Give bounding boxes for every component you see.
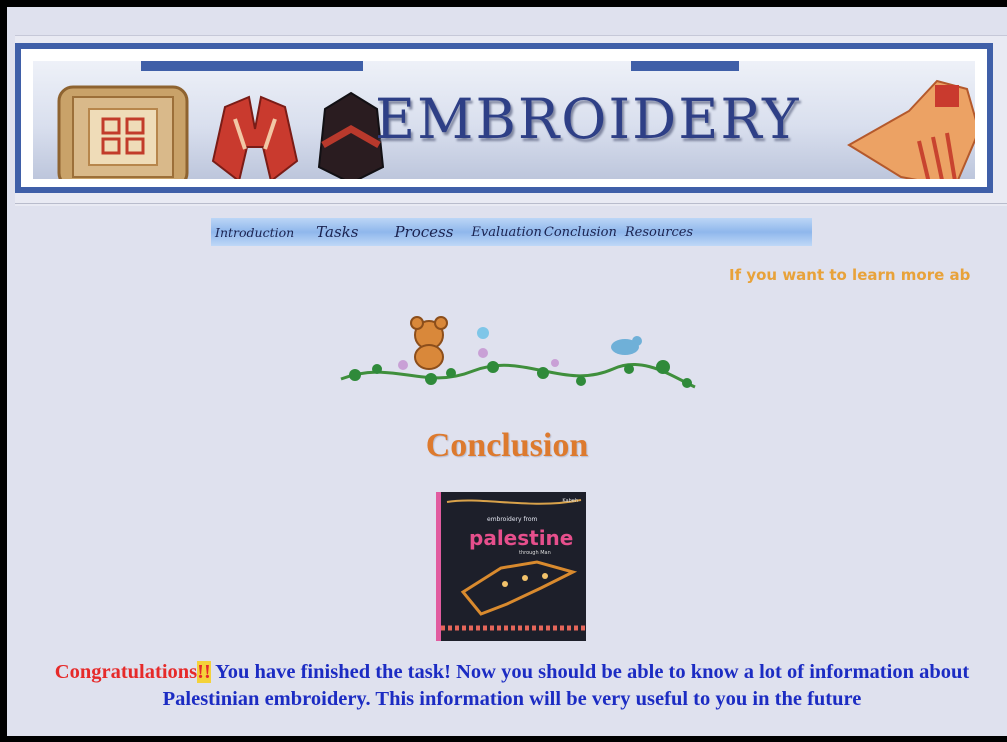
book-title: palestine (469, 526, 574, 550)
conclusion-body-text: You have finished the task! Now you shou… (162, 661, 970, 710)
banner-tab-decoration (141, 61, 363, 71)
header-divider (15, 203, 1007, 204)
floral-vine-decoration (340, 316, 696, 389)
congrats-exclamation: !! (197, 661, 211, 683)
embroidered-dress-image (847, 79, 975, 179)
banner-background: EMBROIDERY (33, 61, 975, 179)
header-banner: EMBROIDERY (15, 43, 993, 193)
site-title: EMBROIDERY (375, 87, 801, 151)
book-small-title: embroidery from (487, 516, 538, 523)
book-cover-image: Kabeh embroidery from palestine through … (436, 492, 586, 641)
nav-conclusion[interactable]: Conclusion (544, 225, 617, 240)
teddy-bear-icon (410, 316, 448, 370)
bird-icon (611, 336, 642, 355)
nav-introduction[interactable]: Introduction (215, 225, 294, 240)
nav-resources[interactable]: Resources (625, 225, 693, 240)
nav-bar: Introduction Tasks Process Evaluation Co… (211, 218, 812, 246)
page-heading: Conclusion (425, 427, 589, 464)
congrats-text: Congratulations (54, 661, 198, 683)
embroidered-vest-image (211, 95, 299, 179)
embroidered-pillow-image (57, 85, 189, 179)
page-frame: EMBROIDERY Introduction Tasks Process Ev… (0, 0, 1007, 742)
nav-process[interactable]: Process (394, 223, 453, 241)
conclusion-message: Congratulations!! You have finished the … (29, 659, 995, 713)
nav-tasks[interactable]: Tasks (316, 223, 358, 241)
book-publisher: Kabeh (562, 498, 578, 504)
flower-icon (477, 327, 489, 339)
scrolling-marquee-text: If you want to learn more ab (729, 266, 971, 284)
nav-evaluation[interactable]: Evaluation (471, 225, 541, 240)
banner-tab-decoration (631, 61, 739, 71)
book-subtitle: through Man (519, 550, 551, 556)
